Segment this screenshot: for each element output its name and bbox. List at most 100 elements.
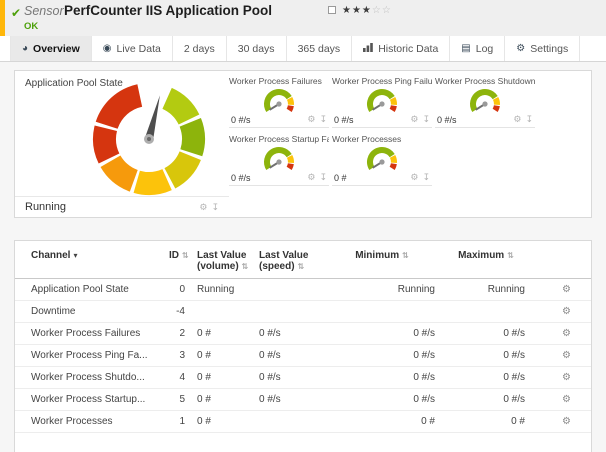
pin-icon[interactable]: ↧ (211, 202, 219, 213)
table-row[interactable]: Worker Process Shutdo... 4 0 # 0 #/s 0 #… (15, 367, 591, 389)
table-row[interactable]: Worker Processes 1 0 # 0 # 0 # ⚙ (15, 411, 591, 433)
column-sublabel: (volume) (197, 261, 239, 272)
last-value-volume: 0 # (197, 372, 259, 383)
tab-log[interactable]: ▤ Log (450, 36, 505, 61)
tab-2-days[interactable]: 2 days (173, 36, 227, 61)
last-value-volume: 0 # (197, 350, 259, 361)
column-label: Last Value (259, 250, 323, 261)
mini-gauge-value: 0 #/s (437, 115, 457, 125)
pin-icon[interactable]: ↧ (319, 172, 327, 183)
pin-icon[interactable]: ↧ (422, 114, 430, 125)
table-header: Channel▾ ID⇅ Last Value (volume)⇅ Last V… (15, 241, 591, 279)
channel-name: Application Pool State (31, 284, 169, 295)
tab-label: Overview (33, 43, 80, 55)
worker-process-ping-failures-gauge (332, 87, 432, 113)
worker-process-startup-failures-gauge (229, 145, 329, 171)
priority-star-rating[interactable]: ★★★☆☆ (342, 5, 392, 16)
minimum-value: 0 #/s (323, 372, 441, 383)
channel-gear-icon[interactable]: ⚙ (410, 172, 418, 183)
mini-gauge-value: 0 # (334, 173, 347, 183)
mini-gauge-grid: Worker Process Failures 0 #/s ⚙ ↧ Worker … (229, 76, 547, 192)
pin-icon[interactable]: ↧ (319, 114, 327, 125)
tab-settings[interactable]: ⚙ Settings (505, 36, 580, 61)
maximum-value: 0 #/s (441, 328, 531, 339)
mini-gauge-title: Worker Processes (332, 134, 432, 145)
channel-gear-icon[interactable]: ⚙ (307, 114, 315, 125)
sort-desc-icon[interactable]: ▾ (73, 251, 77, 260)
object-type-label: Sensor (24, 4, 64, 18)
priority-stripe (0, 0, 5, 36)
col-last-value-volume[interactable]: Last Value (volume)⇅ (197, 250, 259, 272)
stars-empty[interactable]: ☆☆ (372, 5, 392, 16)
maximum-value: Running (441, 284, 531, 295)
mini-gauge-value: 0 #/s (334, 115, 354, 125)
table-row[interactable]: Worker Process Ping Fa... 3 0 # 0 #/s 0 … (15, 345, 591, 367)
channel-settings-gear-icon[interactable]: ⚙ (562, 416, 571, 427)
tab-overview[interactable]: ◕ Overview (10, 36, 92, 61)
table-row[interactable]: Worker Process Startup... 5 0 # 0 #/s 0 … (15, 389, 591, 411)
maximum-value: 0 #/s (441, 372, 531, 383)
context-menu-icon[interactable] (328, 6, 336, 14)
channel-settings-gear-icon[interactable]: ⚙ (562, 328, 571, 339)
minimum-value: Running (323, 284, 441, 295)
table-row[interactable]: Worker Process Failures 2 0 # 0 #/s 0 #/… (15, 323, 591, 345)
mini-gauge-worker-process-ping-failures: Worker Process Ping Failures 0 #/s ⚙ ↧ (332, 76, 432, 128)
mini-gauge-worker-process-shutdown-failures: Worker Process Shutdown F... 0 #/s ⚙↧ (435, 76, 535, 128)
sensor-title[interactable]: PerfCounter IIS Application Pool (64, 3, 272, 18)
sort-icon[interactable]: ⇅ (402, 251, 409, 260)
worker-processes-gauge (332, 145, 432, 171)
channel-gear-icon[interactable]: ⚙ (307, 172, 315, 183)
maximum-value: 0 #/s (441, 350, 531, 361)
pin-icon[interactable]: ↧ (525, 114, 533, 125)
tab-label: Historic Data (378, 43, 438, 55)
sort-icon[interactable]: ⇅ (298, 262, 305, 271)
application-pool-state-gauge (71, 75, 227, 197)
channel-gear-icon[interactable]: ⚙ (199, 202, 207, 213)
col-last-value-speed[interactable]: Last Value (speed)⇅ (259, 250, 323, 272)
tab-live-data[interactable]: ◉ Live Data (92, 36, 173, 61)
col-id[interactable]: ID⇅ (169, 250, 197, 261)
mini-gauge-worker-process-failures: Worker Process Failures 0 #/s ⚙↧ (229, 76, 329, 128)
sensor-header: ✔ Sensor PerfCounter IIS Application Poo… (0, 0, 606, 37)
tab-365-days[interactable]: 365 days (287, 36, 353, 61)
bar-chart-icon (363, 43, 373, 55)
channel-settings-gear-icon[interactable]: ⚙ (562, 394, 571, 405)
mini-gauge-title: Worker Process Failures (229, 76, 329, 87)
channel-table: Channel▾ ID⇅ Last Value (volume)⇅ Last V… (14, 240, 592, 452)
tab-historic-data[interactable]: Historic Data (352, 36, 450, 61)
channel-settings-gear-icon[interactable]: ⚙ (562, 372, 571, 383)
column-label: Maximum (458, 250, 504, 261)
pin-icon[interactable]: ↧ (422, 172, 430, 183)
channel-id: -4 (169, 306, 197, 317)
sort-icon[interactable]: ⇅ (507, 251, 514, 260)
col-maximum[interactable]: Maximum⇅ (441, 250, 531, 261)
overview-panel: Application Pool State Running ⚙ ↧ Worke… (14, 70, 592, 218)
last-value-volume: 0 # (197, 394, 259, 405)
column-label: Last Value (197, 250, 259, 261)
status-badge: OK (24, 21, 38, 32)
channel-settings-gear-icon[interactable]: ⚙ (562, 350, 571, 361)
last-value-speed: 0 #/s (259, 394, 323, 405)
channel-id: 1 (169, 416, 197, 427)
table-row[interactable]: Downtime -4 ⚙ (15, 301, 591, 323)
tab-label: Settings (530, 43, 568, 55)
sort-icon[interactable]: ⇅ (182, 251, 189, 260)
tab-label: 30 days (238, 43, 275, 55)
channel-settings-gear-icon[interactable]: ⚙ (562, 306, 571, 317)
minimum-value: 0 #/s (323, 350, 441, 361)
sort-icon[interactable]: ⇅ (242, 262, 249, 271)
stars-filled[interactable]: ★★★ (342, 5, 372, 16)
col-minimum[interactable]: Minimum⇅ (323, 250, 441, 261)
tab-bar: ◕ Overview ◉ Live Data 2 days 30 days 36… (0, 36, 606, 62)
last-value-speed: 0 #/s (259, 328, 323, 339)
tab-30-days[interactable]: 30 days (227, 36, 287, 61)
mini-gauge-title: Worker Process Ping Failures (332, 76, 432, 87)
channel-gear-icon[interactable]: ⚙ (410, 114, 418, 125)
channel-gear-icon[interactable]: ⚙ (513, 114, 521, 125)
table-row[interactable]: Application Pool State 0 Running Running… (15, 279, 591, 301)
channel-name: Worker Process Startup... (31, 394, 169, 405)
col-channel[interactable]: Channel▾ (31, 250, 169, 261)
channel-settings-gear-icon[interactable]: ⚙ (562, 284, 571, 295)
tab-label: 2 days (184, 43, 215, 55)
channel-id: 2 (169, 328, 197, 339)
